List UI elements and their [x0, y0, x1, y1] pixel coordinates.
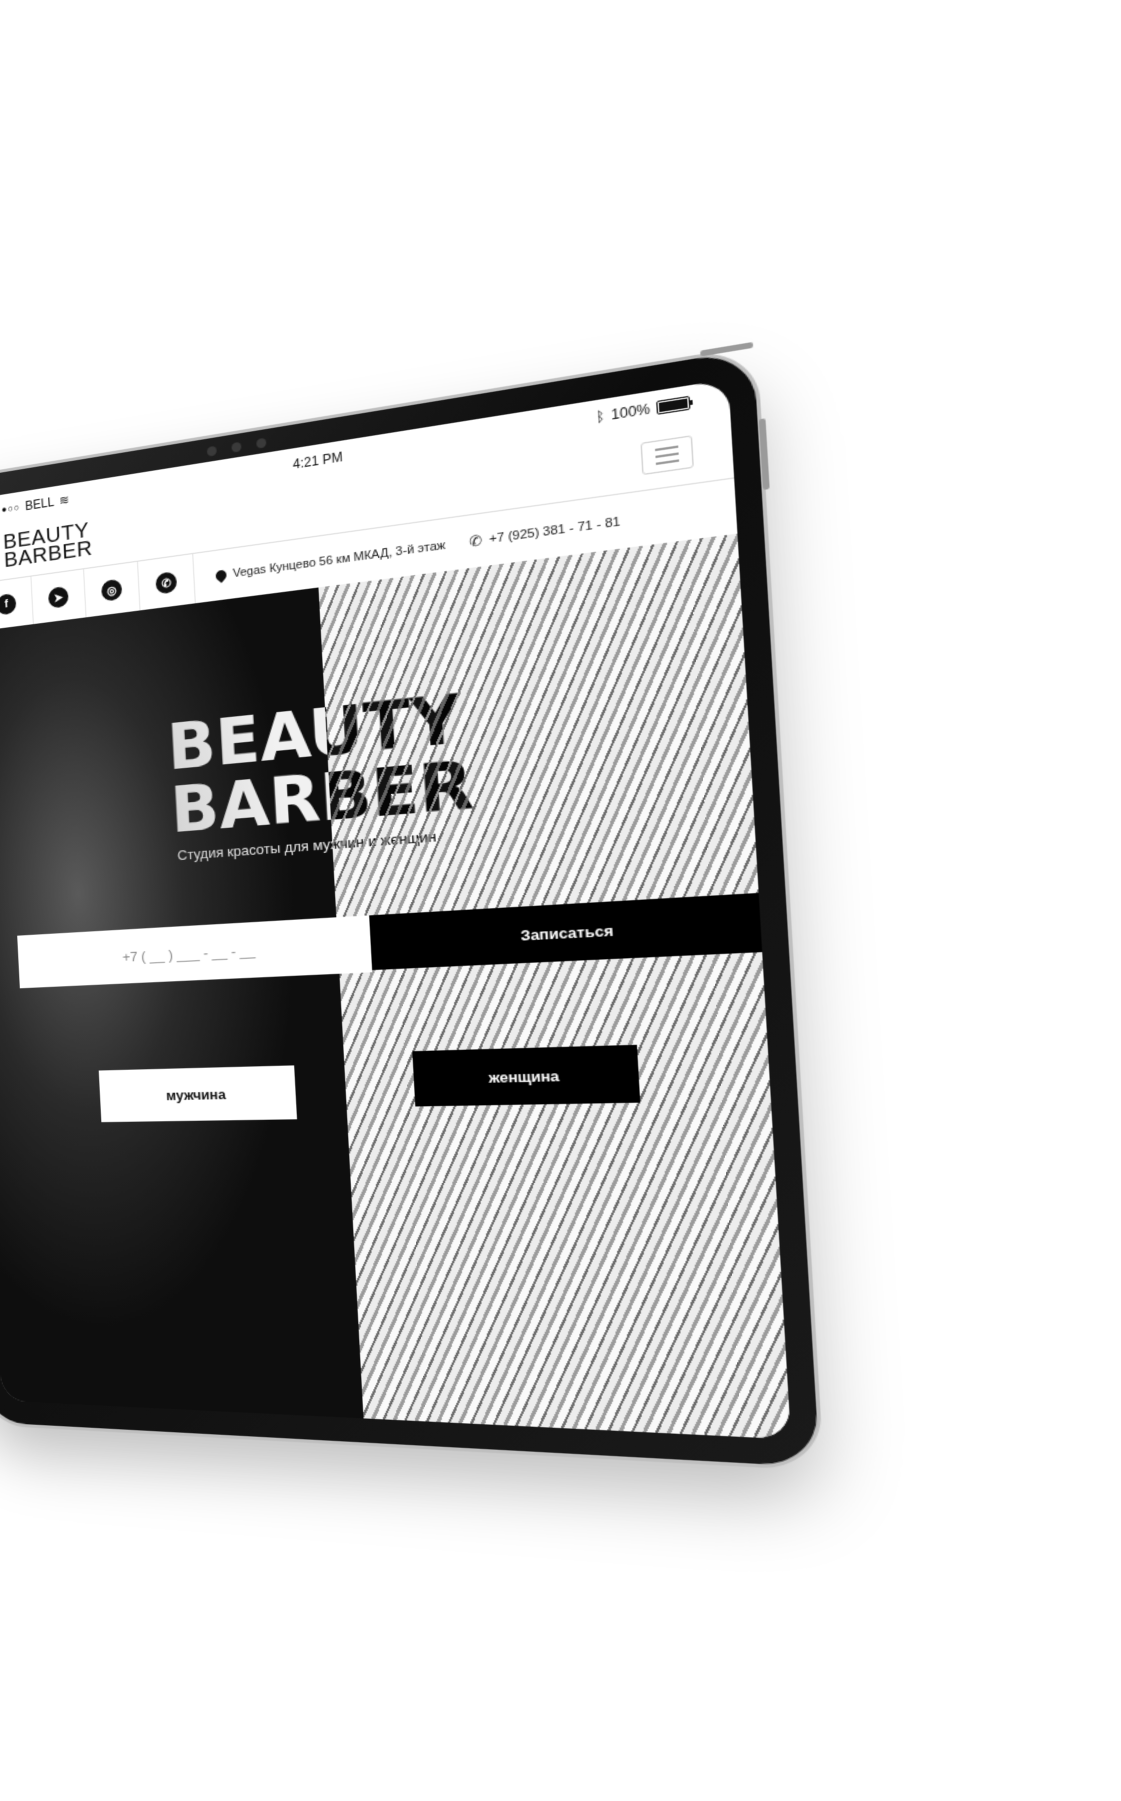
- hamburger-icon: [655, 445, 679, 452]
- battery-percent: 100%: [610, 400, 651, 423]
- social-link-facebook[interactable]: f: [0, 576, 34, 632]
- location-pin-icon: [213, 568, 229, 584]
- men-button[interactable]: мужчина: [98, 1065, 298, 1123]
- hamburger-icon-line: [655, 459, 680, 466]
- carrier-name: BELL: [24, 494, 55, 514]
- facebook-icon: f: [0, 592, 17, 616]
- screen: ●○○ BELL ≋ 4:21 PM ᛒ 100% BEAUTY BARBER: [0, 379, 791, 1440]
- hamburger-icon-line: [655, 452, 679, 459]
- bluetooth-icon: ᛒ: [595, 407, 606, 426]
- instagram-icon: ◎: [100, 578, 123, 602]
- hero-title: BEAUTY BARBER: [166, 681, 476, 848]
- social-link-whatsapp[interactable]: ✆: [137, 553, 196, 612]
- social-link-telegram[interactable]: ➤: [31, 569, 87, 626]
- phone-number: +7 (925) 381 - 71 - 81: [488, 515, 621, 547]
- hero-image-women: [318, 533, 791, 1440]
- phone-link[interactable]: ✆ +7 (925) 381 - 71 - 81: [469, 513, 621, 551]
- hero-section: BEAUTY BARBER Студия красоты для мужчин …: [0, 533, 791, 1440]
- clock: 4:21 PM: [292, 449, 344, 473]
- menu-button[interactable]: [640, 435, 694, 476]
- site-logo[interactable]: BEAUTY BARBER: [3, 518, 93, 572]
- women-button[interactable]: женщина: [412, 1044, 641, 1107]
- whatsapp-icon: ✆: [155, 571, 178, 595]
- wifi-icon: ≋: [58, 492, 70, 509]
- tablet-device: ●○○ BELL ≋ 4:21 PM ᛒ 100% BEAUTY BARBER: [0, 341, 820, 1468]
- signal-icon: ●○○: [1, 501, 21, 515]
- social-link-instagram[interactable]: ◎: [84, 561, 141, 619]
- telegram-icon: ➤: [47, 585, 69, 609]
- phone-icon: ✆: [468, 531, 483, 551]
- power-button: [700, 341, 754, 357]
- battery-icon: [656, 395, 691, 415]
